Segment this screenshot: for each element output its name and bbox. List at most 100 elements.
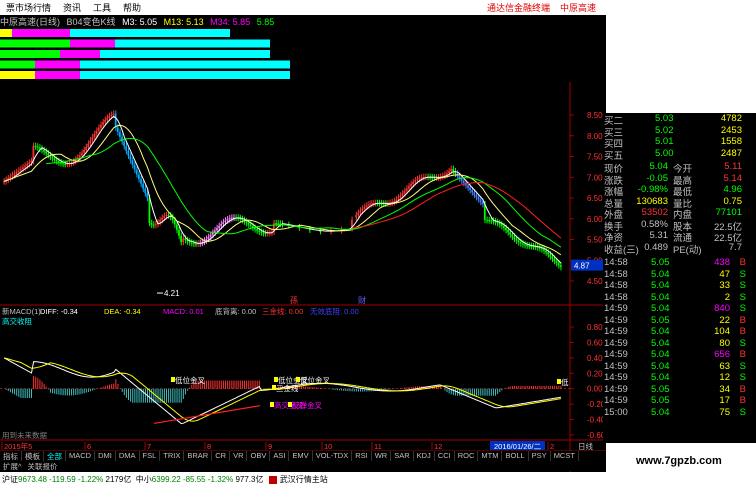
quote-stat-label: PE(动) [673,244,702,256]
kline-candle [104,119,106,123]
status-bar: 沪证 9673.48 -119.59 -1.22% 2179亿 中小 6399.… [0,472,606,487]
kline-candle [475,194,478,198]
tick-row: 15:00 5.04 75 S [603,407,756,419]
indicator-tab-2[interactable]: 全部 [44,451,66,461]
kline-candle [154,224,157,226]
order-book-row[interactable]: 买三 5.02 2453 [603,125,756,139]
sh-pct: -1.22% [77,475,104,484]
indicator-tab-16[interactable]: WR [372,451,392,461]
kline-candle [81,152,83,156]
indicator-tab-10[interactable]: VR [230,451,248,461]
macd-header-field: DEA: -0.34 [104,307,141,316]
kline-candle [517,240,520,243]
macd-axis-label: 0.60 [587,338,603,347]
kline-candle [218,225,220,229]
kline-candle [507,230,509,233]
tick-time: 14:59 [604,360,628,372]
indicator-tab-12[interactable]: ASI [270,451,290,461]
tick-volume: 47 [719,268,730,280]
kline-candle [557,263,560,266]
order-book-label: 买五 [604,150,624,162]
site-watermark: www.7gpzb.com [636,455,722,467]
tick-time: 14:58 [604,291,628,303]
kline-candle [192,243,195,245]
alert-icon[interactable] [268,475,277,484]
kline-candle [108,116,111,118]
kline-candle [445,173,448,175]
menu-help[interactable]: 帮助 [117,1,147,14]
kline-chart-svg[interactable]: 8.508.007.507.006.506.005.505.004.504.87… [0,27,606,472]
indicator-tab-9[interactable]: CR [212,451,231,461]
menu-bar: 票市场行情 资讯 工具 帮助 通达信金融终端 中原高速 [0,0,606,15]
indicator-tab-14[interactable]: VOL-TDX [313,451,353,461]
tick-time: 14:59 [604,372,628,383]
stock-name-link[interactable]: 中原高速 [556,1,606,14]
indicator-tab-3[interactable]: MACD [66,451,96,461]
indicator-tab-6[interactable]: FSL [140,451,161,461]
ma-line-long [46,138,562,248]
tick-time: 14:59 [604,337,628,349]
kline-candle [547,252,549,255]
indicator-tab-1[interactable]: 模板 [22,451,44,461]
server-name[interactable]: 武汉行情主站 [280,474,328,485]
kline-candle [13,173,16,176]
indicator-tab-22[interactable]: BOLL [502,451,529,461]
kline-candle [175,224,178,230]
kline-candle [133,165,136,170]
order-book-row[interactable]: 买五 5.00 2487 [603,147,756,162]
last-price-label: 4.87 [574,262,590,271]
signal-strip-segment [100,50,270,58]
indicator-tab-11[interactable]: OBV [247,451,271,461]
chart-area[interactable]: 8.508.007.507.006.506.005.505.004.504.87… [0,27,606,472]
kline-candle [505,227,507,231]
zx-pct: -1.32% [207,475,234,484]
extension-tab-1[interactable]: 关联报价 [25,461,61,471]
kline-candle [64,163,66,165]
macd-header-field: MACD: 0.01 [163,307,204,316]
signal-strip-segment [115,39,270,48]
kline-candle [43,150,45,152]
indicator-tab-13[interactable]: EMV [289,451,313,461]
indicator-tab-21[interactable]: MTM [478,451,503,461]
kline-candle [254,227,256,230]
kline-candle [211,232,214,235]
zx-change: -85.55 [182,475,206,484]
macd-header-field: 三金线: 0.00 [262,306,303,316]
order-book-price: 5.00 [655,147,674,159]
kline-candle [443,174,446,176]
tick-side: S [739,372,746,383]
indicator-tab-4[interactable]: DMI [95,451,116,461]
macd-header-field: 底背离: 0.00 [215,306,256,316]
extension-tab-0[interactable]: 扩展^ [0,461,25,471]
indicator-tab-7[interactable]: TRIX [160,451,185,461]
tick-time: 14:59 [604,395,628,406]
menu-tools[interactable]: 工具 [87,1,117,14]
indicator-tab-20[interactable]: ROC [455,451,479,461]
indicator-tab-15[interactable]: RSI [352,451,372,461]
sh-change: -119.59 [49,475,76,484]
order-book-row[interactable]: 买二 5.03 4782 [603,113,756,127]
menu-news[interactable]: 资讯 [57,1,87,14]
indicator-tab-18[interactable]: KDJ [414,451,435,461]
brand-ad-link[interactable]: 通达信金融终端 [481,1,556,14]
indicator-tab-24[interactable]: MCST [551,451,579,461]
order-book-row[interactable]: 买四 5.01 1558 [603,136,756,150]
tick-volume: 34 [719,383,730,395]
kline-candle [224,220,227,223]
kline-candle [125,146,128,151]
tick-row: 14:59 5.04 12 S [603,372,756,384]
quote-stat-row: 总量 130683 量比 0.75 [603,196,756,210]
indicator-tab-8[interactable]: BRAR [184,451,213,461]
indicator-tab-5[interactable]: DMA [116,451,140,461]
kline-candle [142,183,144,189]
menu-market[interactable]: 票市场行情 [0,1,57,14]
quote-stat-value: 5.31 [649,230,669,241]
tick-price: 5.05 [651,383,670,395]
kline-candle [519,242,522,244]
kline-candle [24,165,26,168]
indicator-tab-17[interactable]: SAR [391,451,414,461]
indicator-tab-0[interactable]: 指标 [0,451,22,461]
indicator-tab-19[interactable]: CCI [435,451,455,461]
indicator-tab-23[interactable]: PSY [529,451,551,461]
kline-candle [47,153,50,156]
